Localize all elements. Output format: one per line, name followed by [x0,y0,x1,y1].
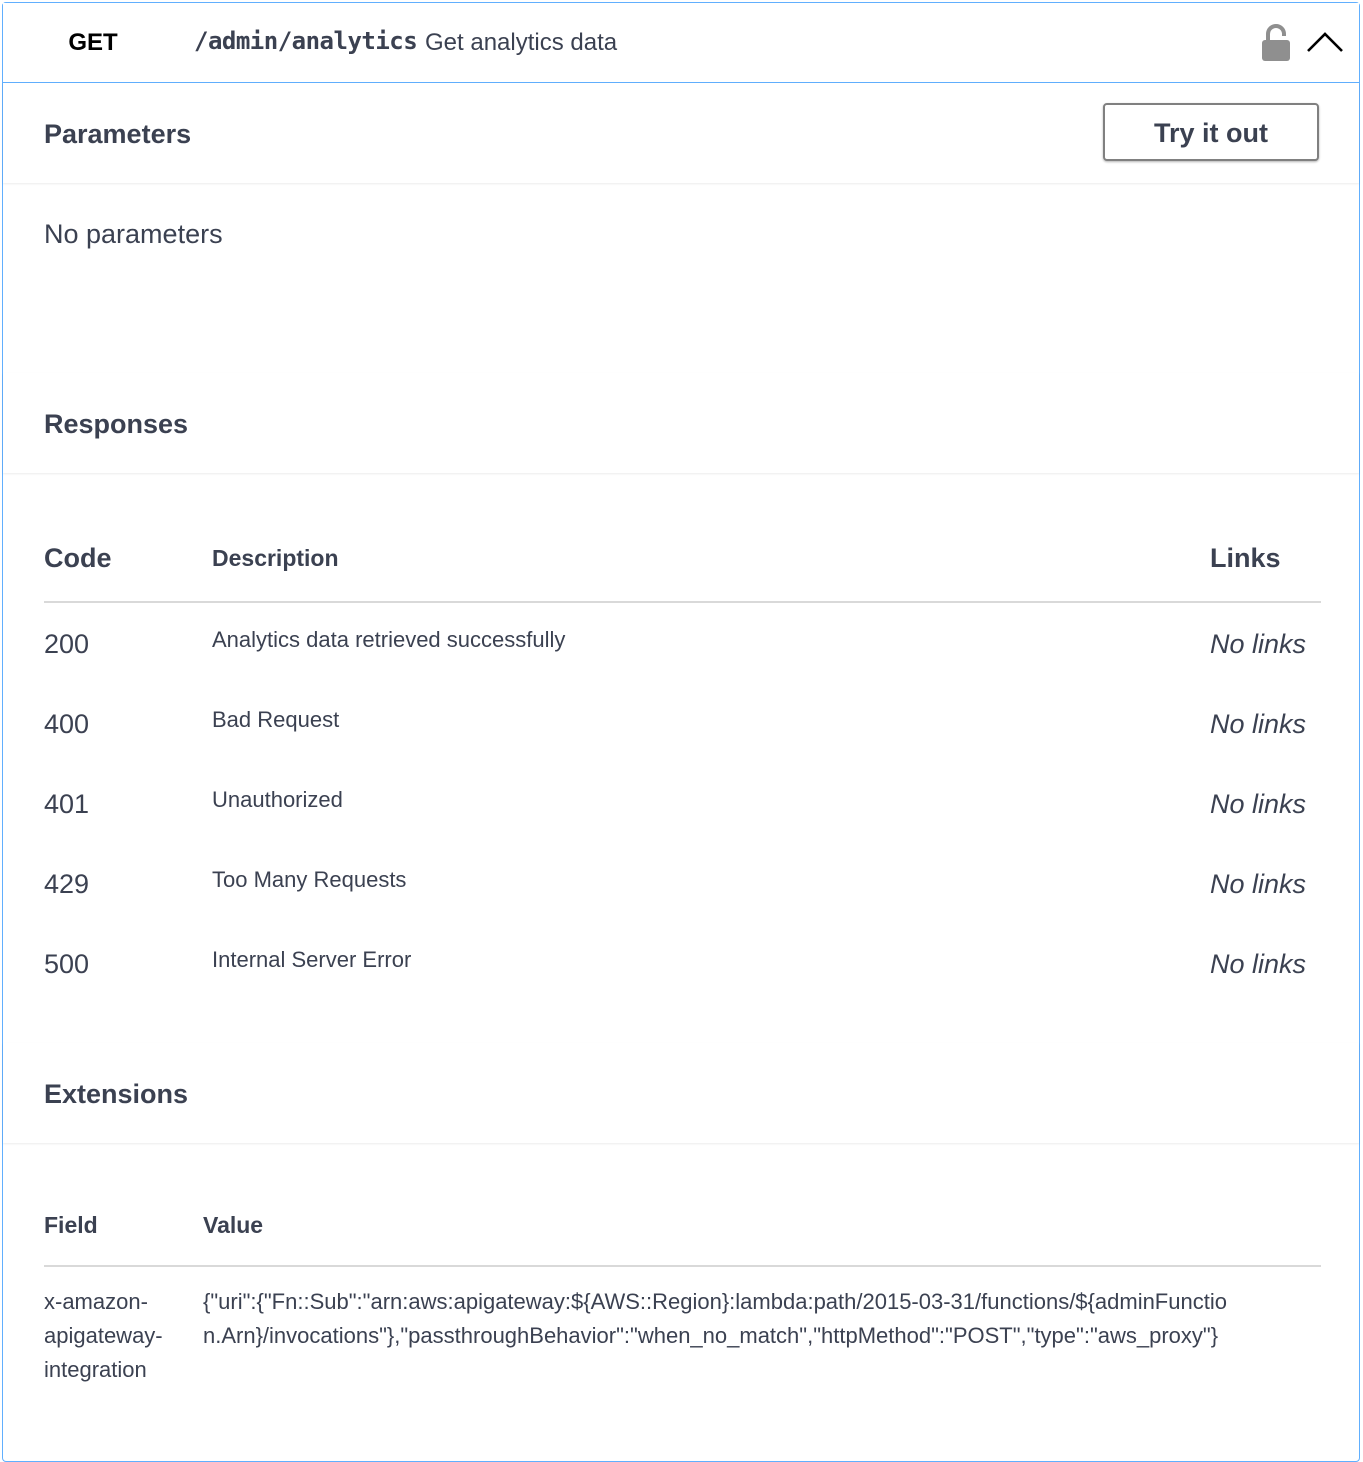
responses-header: Responses [3,373,1359,473]
parameters-title: Parameters [44,119,192,149]
response-code: 401 [44,789,90,819]
response-code: 400 [44,709,90,739]
response-code: 200 [44,629,90,659]
responses-title: Responses [44,409,189,439]
response-description: Internal Server Error [212,947,412,972]
response-links: No links [1210,629,1307,659]
extension-value: {"uri":{"Fn::Sub":"arn:aws:apigateway:${… [203,1289,1227,1348]
no-parameters-text: No parameters [44,219,223,249]
response-code: 429 [44,869,90,899]
code-column-header: Code [44,543,112,573]
try-it-out-button[interactable]: Try it out [1103,103,1319,161]
response-description: Unauthorized [212,787,343,812]
field-column-header: Field [44,1212,98,1238]
chevron-up-icon[interactable] [1305,29,1345,55]
extensions-title: Extensions [44,1079,189,1109]
endpoint-path: /admin/analytics [194,27,418,55]
value-column-header: Value [203,1212,264,1238]
response-description: Too Many Requests [212,867,407,892]
operation-block: GET /admin/analytics Get analytics data … [2,2,1360,1462]
response-code: 500 [44,949,90,979]
response-links: No links [1210,789,1307,819]
endpoint-description: Get analytics data [425,29,618,56]
response-links: No links [1210,869,1307,899]
response-description: Analytics data retrieved successfully [212,627,566,652]
http-method-badge: GET [68,29,118,56]
parameters-header: Parameters Try it out [3,83,1359,183]
response-links: No links [1210,709,1307,739]
operation-summary[interactable]: GET /admin/analytics Get analytics data [3,3,1359,83]
links-column-header: Links [1210,543,1281,573]
description-column-header: Description [212,545,339,571]
response-links: No links [1210,949,1307,979]
extension-field: x-amazon-apigateway-integration [44,1289,163,1382]
lock-icon[interactable] [1259,23,1293,63]
extensions-header: Extensions [3,1043,1359,1143]
response-description: Bad Request [212,707,340,732]
responses-table-divider [44,601,1321,603]
extensions-table-divider [44,1265,1321,1267]
